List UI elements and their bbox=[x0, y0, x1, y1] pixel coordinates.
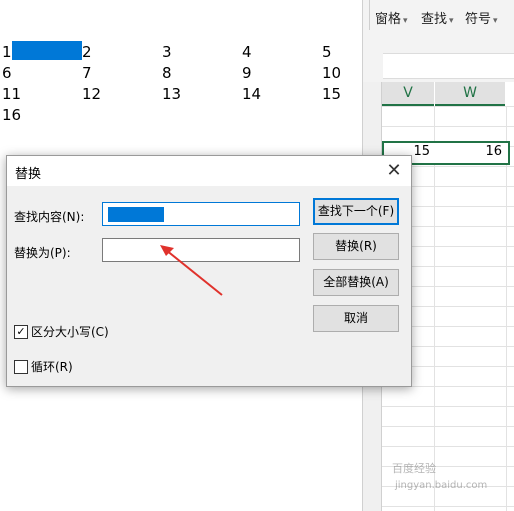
document-number: 3 bbox=[162, 43, 172, 61]
match-case-checkbox[interactable]: ✓ bbox=[14, 324, 28, 339]
document-number: 5 bbox=[322, 43, 332, 61]
document-number: 12 bbox=[82, 85, 102, 103]
document-number: 4 bbox=[242, 43, 252, 61]
find-input[interactable] bbox=[102, 202, 300, 226]
close-icon[interactable]: ✕ bbox=[381, 158, 407, 184]
grid-line bbox=[382, 506, 514, 507]
ribbon-item-pane[interactable]: 窗格 ▾ bbox=[375, 8, 408, 27]
dialog-title: 替换 bbox=[15, 167, 42, 182]
replace-button[interactable]: 替换(R) bbox=[313, 233, 399, 260]
column-header-w[interactable]: W bbox=[435, 82, 505, 106]
document-number: 2 bbox=[82, 43, 92, 61]
replace-label: 替换为(P): bbox=[14, 246, 71, 260]
document-number: 1 bbox=[2, 43, 12, 61]
wrap-checkbox[interactable] bbox=[14, 359, 28, 374]
document-number: 6 bbox=[2, 64, 12, 82]
grid-line bbox=[382, 126, 514, 127]
cancel-button[interactable]: 取消 bbox=[313, 305, 399, 332]
ribbon-separator bbox=[369, 0, 370, 30]
document-number: 7 bbox=[82, 64, 92, 82]
grid-line bbox=[382, 426, 514, 427]
chevron-down-icon: ▾ bbox=[493, 16, 498, 26]
match-case-label: 区分大小写(C) bbox=[31, 325, 109, 339]
document-number: 11 bbox=[2, 85, 22, 103]
grid-line bbox=[382, 406, 514, 407]
document-number: 13 bbox=[162, 85, 182, 103]
watermark: 百度经验 bbox=[392, 462, 436, 475]
document-number: 8 bbox=[162, 64, 172, 82]
formula-bar[interactable] bbox=[383, 53, 514, 79]
document-number: 15 bbox=[322, 85, 342, 103]
grid-line bbox=[382, 446, 514, 447]
match-case-option[interactable]: ✓ 区分大小写(C) bbox=[14, 323, 109, 340]
document-number: 10 bbox=[322, 64, 342, 82]
document-number: 14 bbox=[242, 85, 262, 103]
watermark-url: jingyan.baidu.com bbox=[395, 480, 488, 491]
document-number: 9 bbox=[242, 64, 252, 82]
ribbon: 窗格 ▾ 查找 ▾ 符号 ▾ bbox=[363, 0, 514, 40]
find-next-button[interactable]: 查找下一个(F) bbox=[313, 198, 399, 225]
text-selection-highlight bbox=[12, 41, 82, 60]
document-number: 16 bbox=[2, 106, 22, 124]
grid-line bbox=[382, 106, 514, 107]
find-label: 查找内容(N): bbox=[14, 210, 85, 224]
column-header-v[interactable]: V bbox=[382, 82, 434, 106]
chevron-down-icon: ▾ bbox=[403, 16, 408, 26]
replace-all-button[interactable]: 全部替换(A) bbox=[313, 269, 399, 296]
wrap-option[interactable]: 循环(R) bbox=[14, 358, 73, 375]
annotation-arrow-icon bbox=[160, 245, 223, 296]
chevron-down-icon: ▾ bbox=[449, 16, 454, 26]
wrap-label: 循环(R) bbox=[31, 360, 73, 374]
ribbon-item-find[interactable]: 查找 ▾ bbox=[421, 8, 454, 27]
ribbon-item-symbol[interactable]: 符号 ▾ bbox=[465, 8, 498, 27]
dialog-titlebar[interactable]: 替换 ✕ bbox=[7, 156, 411, 186]
find-input-selection bbox=[108, 207, 164, 222]
cell-w[interactable]: 16 bbox=[436, 144, 502, 159]
